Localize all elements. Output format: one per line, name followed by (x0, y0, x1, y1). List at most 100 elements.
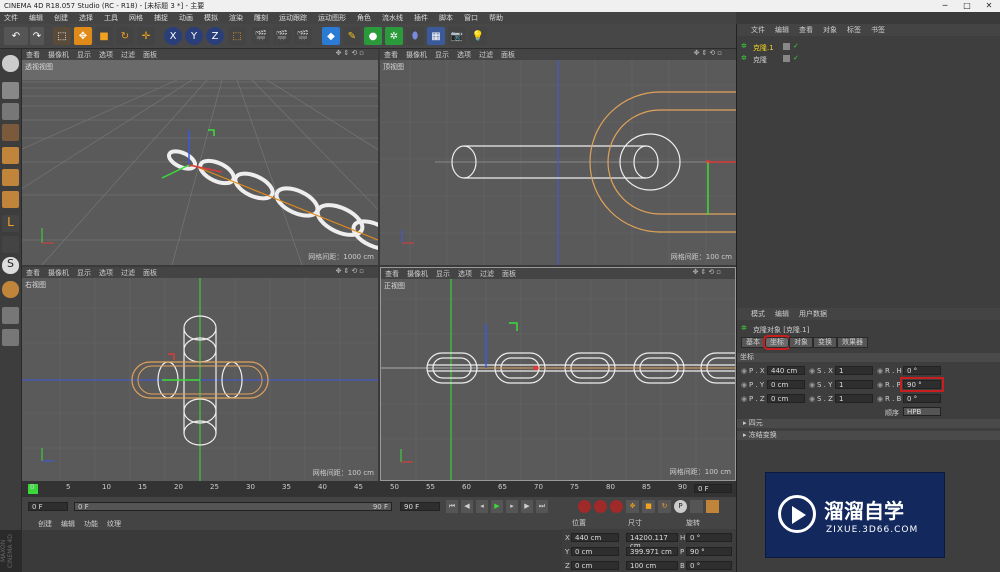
lock-icon[interactable] (2, 307, 19, 324)
coordinate-system-icon[interactable]: ⬚ (228, 27, 246, 45)
scale-icon[interactable]: ■ (95, 27, 113, 45)
menu-item[interactable]: 网格 (129, 13, 143, 23)
menu-item[interactable]: 帮助 (489, 13, 503, 23)
vp-menu-camera[interactable]: 摄像机 (48, 50, 69, 60)
rot-h-field[interactable]: 0 ° (686, 533, 732, 542)
vp-menu-camera[interactable]: 摄像机 (48, 268, 69, 278)
menu-item[interactable]: 动画 (179, 13, 193, 23)
vp-menu-view[interactable]: 查看 (26, 268, 40, 278)
prev-key-icon[interactable]: ◀ (461, 500, 473, 513)
enabled-check-icon[interactable]: ✓ (793, 42, 799, 50)
anim-dot-icon[interactable]: ◉ (809, 367, 815, 375)
timeline[interactable]: 0 5 10 15 20 25 30 35 40 45 50 55 60 65 … (22, 481, 736, 497)
vp-menu-panel[interactable]: 面板 (501, 50, 515, 60)
y-axis-icon[interactable]: Y (185, 27, 203, 45)
viewport-nav-icons[interactable]: ✥⇕⟲▫ (336, 267, 366, 275)
p-x-field[interactable]: 440 cm (767, 366, 805, 375)
rotation-key-icon[interactable]: ↻ (658, 500, 671, 513)
vp-menu-panel[interactable]: 面板 (143, 50, 157, 60)
make-editable-icon[interactable] (2, 55, 19, 72)
axis-mode-icon[interactable]: L (2, 215, 19, 232)
timeline-window-icon[interactable] (706, 500, 719, 513)
soft-selection-icon[interactable] (2, 281, 19, 298)
tab-coordinates[interactable]: 坐标 (763, 335, 791, 350)
r-b-field[interactable]: 0 ° (903, 394, 941, 403)
vp-menu-filter[interactable]: 过滤 (121, 268, 135, 278)
redo-icon[interactable]: ↷ (30, 27, 44, 45)
visibility-icon[interactable] (783, 55, 790, 62)
viewport-top[interactable]: 查看 摄像机 显示 选项 过滤 面板 ✥⇕⟲▫ 顶视图 网格间距：100 cm (380, 49, 736, 265)
menu-item[interactable]: 渲染 (229, 13, 243, 23)
size-y-field[interactable]: 399.971 cm (626, 547, 678, 556)
prev-frame-icon[interactable]: ◂ (476, 500, 488, 513)
menu-item[interactable]: 雕刻 (254, 13, 268, 23)
tab-object[interactable]: 对象 (789, 337, 813, 348)
workplane-icon[interactable] (2, 124, 19, 141)
object-row[interactable]: ✲ 克隆 ✓ (739, 54, 999, 65)
vp-menu-options[interactable]: 选项 (99, 50, 113, 60)
menu-item[interactable]: 运动跟踪 (279, 13, 307, 23)
texture-mode-icon[interactable] (2, 103, 19, 120)
z-axis-icon[interactable]: Z (206, 27, 224, 45)
select-icon[interactable]: ⬚ (53, 27, 71, 45)
auto-key-icon[interactable] (594, 500, 607, 513)
obj-menu-edit[interactable]: 编辑 (775, 25, 789, 35)
menu-item[interactable]: 运动图形 (318, 13, 346, 23)
s-z-field[interactable]: 1 (835, 394, 873, 403)
next-key-icon[interactable]: ▶ (521, 500, 533, 513)
obj-menu-bookmarks[interactable]: 书签 (871, 25, 885, 35)
vp-menu-display[interactable]: 显示 (77, 268, 91, 278)
anim-dot-icon[interactable]: ◉ (741, 381, 747, 389)
viewport-nav-icons[interactable]: ✥⇕⟲▫ (693, 268, 723, 276)
vp-menu-display[interactable]: 显示 (77, 50, 91, 60)
p-y-field[interactable]: 0 cm (767, 380, 805, 389)
viewport-nav-icons[interactable]: ✥⇕⟲▫ (694, 49, 724, 57)
move-icon[interactable]: ✥ (74, 27, 92, 45)
next-frame-icon[interactable]: ▸ (506, 500, 518, 513)
pos-y-field[interactable]: 0 cm (571, 547, 619, 556)
play-icon[interactable]: ▶ (491, 500, 503, 513)
maximize-icon[interactable]: □ (956, 0, 978, 12)
mat-menu-edit[interactable]: 编辑 (61, 519, 75, 529)
mat-menu-function[interactable]: 功能 (84, 519, 98, 529)
anim-dot-icon[interactable]: ◉ (877, 395, 883, 403)
vp-menu-view[interactable]: 查看 (385, 269, 399, 279)
order-dropdown[interactable]: HPB (903, 407, 941, 416)
rotate-icon[interactable]: ↻ (116, 27, 134, 45)
snap-icon[interactable]: S (2, 257, 19, 274)
model-mode-icon[interactable] (2, 82, 19, 99)
s-x-field[interactable]: 1 (835, 366, 873, 375)
viewport-nav-icons[interactable]: ✥⇕⟲▫ (336, 49, 366, 57)
keyframe-selection-icon[interactable] (610, 500, 623, 513)
object-name[interactable]: 克隆.1 (753, 43, 774, 53)
tab-transform[interactable]: 变换 (813, 337, 837, 348)
vp-menu-options[interactable]: 选项 (99, 268, 113, 278)
pos-z-field[interactable]: 0 cm (571, 561, 619, 570)
floor-icon[interactable]: ▦ (427, 27, 445, 45)
menu-item[interactable]: 选择 (79, 13, 93, 23)
pos-x-field[interactable]: 440 cm (571, 533, 619, 542)
menu-item[interactable]: 文件 (4, 13, 18, 23)
obj-menu-file[interactable]: 文件 (751, 25, 765, 35)
vp-menu-options[interactable]: 选项 (458, 269, 472, 279)
section-quaternion[interactable]: ▸ 四元 (737, 419, 1000, 428)
layer-icon[interactable] (2, 329, 19, 346)
r-h-field[interactable]: 0 ° (903, 366, 941, 375)
object-row[interactable]: ✲ 克隆.1 ✓ (739, 42, 999, 53)
menu-item[interactable]: 模拟 (204, 13, 218, 23)
vp-menu-view[interactable]: 查看 (26, 50, 40, 60)
end-frame-field[interactable]: 90 F (400, 502, 440, 511)
anim-dot-icon[interactable]: ◉ (877, 381, 883, 389)
pen-icon[interactable]: ✎ (343, 27, 361, 45)
tab-basic[interactable]: 基本 (741, 337, 765, 348)
attr-menu-edit[interactable]: 编辑 (775, 309, 789, 319)
deformer-icon[interactable]: ⬮ (406, 27, 424, 45)
array-icon[interactable]: ✲ (385, 27, 403, 45)
enabled-check-icon[interactable]: ✓ (793, 54, 799, 62)
undo-icon[interactable]: ↶ (4, 27, 28, 45)
anim-dot-icon[interactable]: ◉ (741, 395, 747, 403)
menu-item[interactable]: 流水线 (382, 13, 403, 23)
preview-range-slider[interactable]: 0 F 90 F (74, 502, 392, 511)
mat-menu-create[interactable]: 创建 (38, 519, 52, 529)
object-name[interactable]: 克隆 (753, 55, 767, 65)
